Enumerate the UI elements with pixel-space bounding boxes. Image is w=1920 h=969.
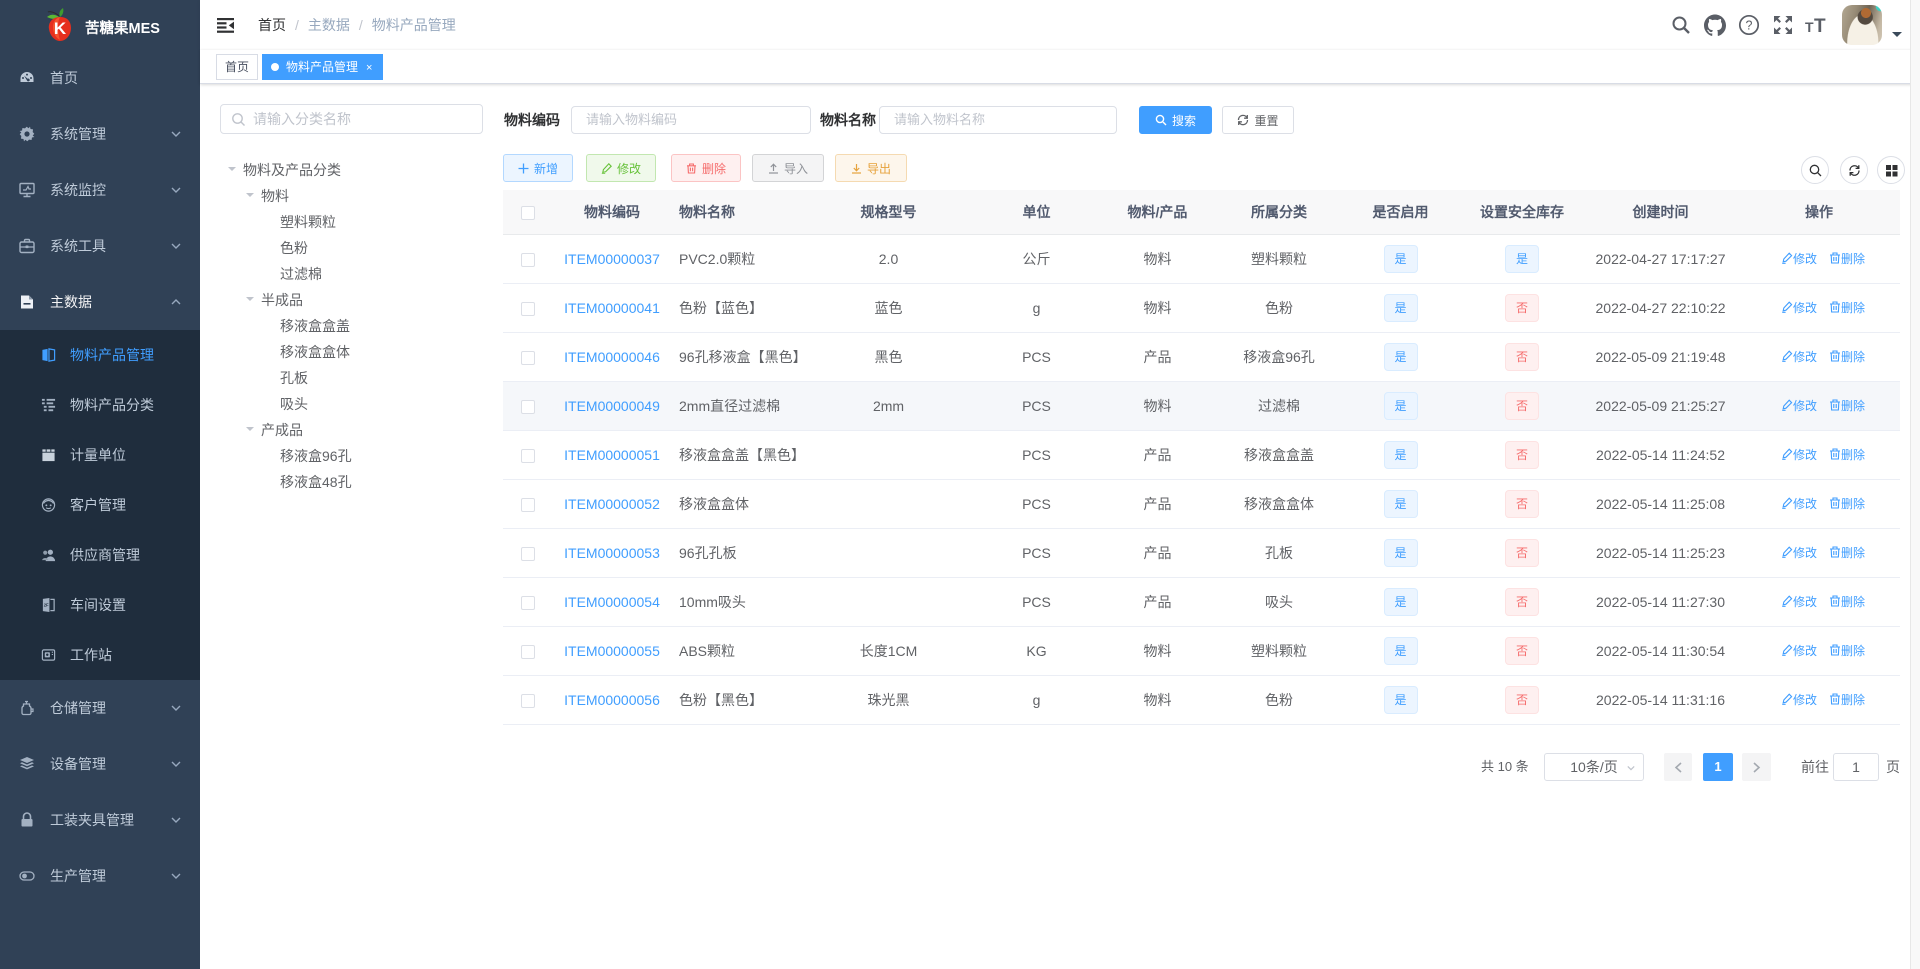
svg-text:?: ?: [1746, 19, 1753, 33]
svg-text:K: K: [54, 19, 67, 38]
svg-text:T: T: [1805, 19, 1814, 35]
svg-text:2F: 2F: [44, 602, 49, 607]
svg-text:T: T: [1814, 16, 1826, 37]
